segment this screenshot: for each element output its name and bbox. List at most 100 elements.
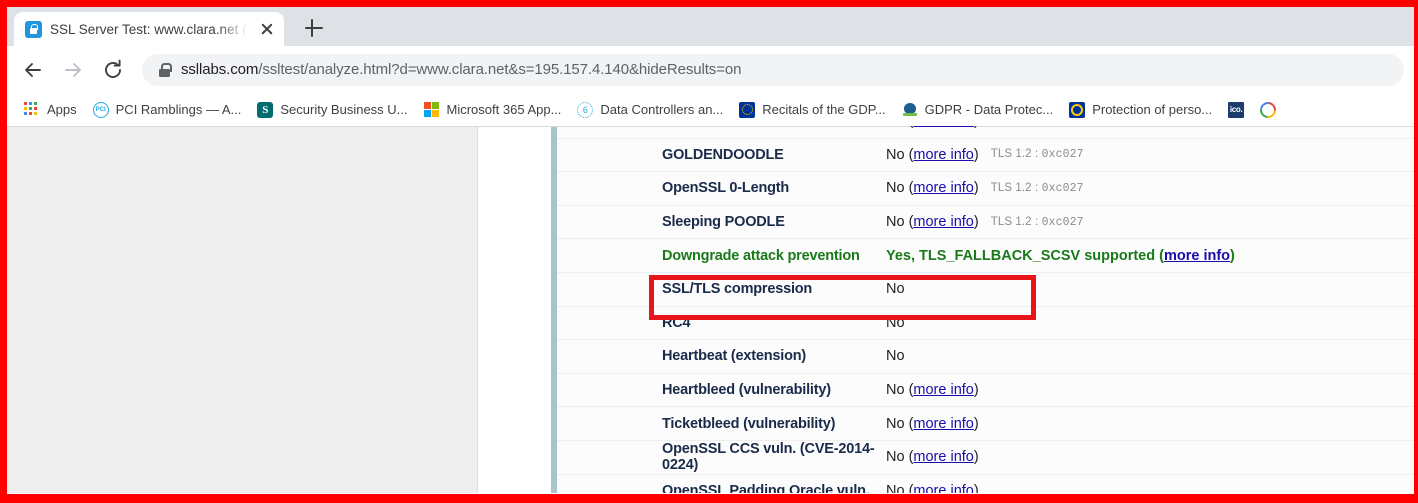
row-value-tail: ) — [973, 482, 979, 493]
forward-arrow-icon — [65, 62, 81, 77]
bookmark-microsoft-365[interactable]: Microsoft 365 App... — [416, 98, 570, 122]
microsoft-icon — [423, 101, 440, 118]
more-info-link[interactable]: more info — [913, 382, 973, 398]
table-row-ssl-tls-compression: SSL/TLS compression No — [557, 273, 1414, 307]
bookmark-gdpr-data-protection[interactable]: GDPR - Data Protec... — [894, 98, 1062, 122]
bookmark-pci-ramblings[interactable]: PCI PCI Ramblings — A... — [85, 98, 250, 122]
row-value-tail: ) — [973, 449, 979, 466]
row-value: No (more info) — [886, 126, 979, 129]
url-path: /ssltest/analyze.html?d=www.clara.net&s=… — [258, 61, 742, 78]
more-info-link[interactable]: more info — [913, 147, 973, 163]
row-value: No (more info) — [886, 382, 979, 398]
more-info-link[interactable]: more info — [913, 483, 973, 493]
more-info-link[interactable]: more info — [913, 126, 973, 129]
cipher-protocol: TLS 1.2 : — [990, 215, 1042, 228]
row-value: No — [886, 348, 905, 365]
reload-button[interactable] — [95, 52, 131, 88]
eu-dotted-icon — [577, 101, 594, 118]
row-label: Heartbleed (vulnerability) — [662, 382, 831, 399]
sharepoint-icon: S — [257, 101, 274, 118]
row-value-text: No ( — [886, 382, 914, 399]
row-value-tail: ) — [973, 180, 979, 197]
annotated-screenshot: SSL Server Test: www.clara.net (Pc sslla… — [0, 0, 1418, 503]
row-value: No (more info) — [886, 147, 979, 163]
row-value: Yes, TLS_FALLBACK_SCSV supported (more i… — [886, 248, 1235, 264]
row-value-text: No ( — [886, 449, 914, 466]
cipher-protocol: TLS 1.2 : — [990, 181, 1042, 194]
forward-button[interactable] — [55, 52, 91, 88]
row-label: Heartbeat (extension) — [662, 348, 807, 365]
bookmark-ico[interactable]: ico. — [1220, 98, 1252, 122]
row-value-tail: ) — [1230, 247, 1235, 264]
table-row: OpenSSL Padding Oracle vuln. No (more in… — [557, 475, 1414, 493]
browser-window: SSL Server Test: www.clara.net (Pc sslla… — [7, 7, 1414, 494]
bookmark-label: Protection of perso... — [1092, 102, 1213, 117]
lock-icon — [159, 63, 172, 77]
row-cipher: TLS 1.2 : 0xc027 — [991, 126, 1084, 128]
row-label: Ticketbleed (vulnerability) — [662, 415, 836, 432]
row-value: No (more info) — [886, 483, 979, 493]
row-value-text: No ( — [886, 415, 914, 432]
table-row: RC4 No — [557, 307, 1414, 341]
bookmark-label: Microsoft 365 App... — [446, 102, 562, 117]
row-cipher: TLS 1.2 : 0xc027 — [991, 216, 1084, 229]
table-row: Ticketbleed (vulnerability) No (more inf… — [557, 407, 1414, 441]
page-left-margin — [7, 127, 478, 493]
apps-grid-icon — [24, 101, 40, 118]
row-cipher: TLS 1.2 : 0xc027 — [991, 182, 1084, 195]
more-info-link[interactable]: more info — [913, 449, 973, 465]
row-label: OpenSSL CCS vuln. (CVE-2014-0224) — [662, 441, 875, 474]
table-row: Heartbeat (extension) No — [557, 340, 1414, 374]
ssl-results-table: Zombie POODLE No (more info) TLS 1.2 : 0… — [557, 126, 1414, 493]
more-info-link[interactable]: more info — [913, 180, 973, 196]
row-value-text: Yes, TLS_FALLBACK_SCSV supported ( — [886, 247, 1164, 264]
bookmarks-bar: Apps PCI PCI Ramblings — A... S Security… — [7, 93, 1414, 126]
cipher-code: 0xc027 — [1042, 126, 1084, 128]
row-label: GOLDENDOODLE — [662, 146, 784, 163]
gdpr-shield-icon — [901, 101, 918, 118]
table-row: OpenSSL CCS vuln. (CVE-2014-0224) No (mo… — [557, 441, 1414, 475]
url-text: ssllabs.com/ssltest/analyze.html?d=www.c… — [181, 61, 741, 78]
lock-favicon-icon — [25, 20, 42, 38]
bookmark-data-controllers[interactable]: Data Controllers an... — [569, 98, 731, 122]
tab-ssl-server-test[interactable]: SSL Server Test: www.clara.net (Pc — [14, 12, 284, 46]
bookmark-label: Data Controllers an... — [600, 102, 724, 117]
close-icon[interactable] — [258, 20, 276, 38]
row-value: No (more info) — [886, 449, 979, 465]
bookmark-security-business[interactable]: S Security Business U... — [249, 98, 415, 122]
browser-toolbar: ssllabs.com/ssltest/analyze.html?d=www.c… — [7, 46, 1414, 93]
row-value-text: No ( — [886, 146, 914, 163]
new-tab-button[interactable] — [299, 13, 329, 43]
bookmark-apps[interactable]: Apps — [16, 98, 85, 122]
table-row: GOLDENDOODLE No (more info) TLS 1.2 : 0x… — [557, 139, 1414, 173]
row-value-text: No ( — [886, 180, 914, 197]
table-row: Downgrade attack prevention Yes, TLS_FAL… — [557, 239, 1414, 273]
row-value-text: No ( — [886, 482, 914, 493]
pci-icon: PCI — [92, 101, 109, 118]
more-info-link[interactable]: more info — [1164, 248, 1230, 264]
bookmark-label: PCI Ramblings — A... — [115, 102, 242, 117]
back-arrow-icon — [25, 62, 41, 77]
address-bar[interactable]: ssllabs.com/ssltest/analyze.html?d=www.c… — [142, 53, 1404, 86]
row-value: No — [886, 314, 905, 331]
row-value-tail: ) — [973, 382, 979, 399]
back-button[interactable] — [15, 52, 51, 88]
row-label: Downgrade attack prevention — [662, 247, 860, 264]
bookmark-google[interactable] — [1252, 98, 1284, 122]
eu-stars-icon — [1069, 101, 1086, 118]
more-info-link[interactable]: more info — [913, 416, 973, 432]
row-label: Sleeping POODLE — [662, 214, 785, 231]
row-label: OpenSSL Padding Oracle vuln. — [662, 482, 870, 493]
row-value: No (more info) — [886, 214, 979, 230]
bookmark-label: Recitals of the GDP... — [762, 102, 886, 117]
table-row: Sleeping POODLE No (more info) TLS 1.2 :… — [557, 206, 1414, 240]
bookmark-protection-personal[interactable]: Protection of perso... — [1061, 98, 1220, 122]
ico-icon: ico. — [1228, 101, 1245, 118]
more-info-link[interactable]: more info — [913, 214, 973, 230]
bookmark-recitals-gdpr[interactable]: Recitals of the GDP... — [731, 98, 893, 122]
row-value-text: No ( — [886, 214, 914, 231]
table-row: Zombie POODLE No (more info) TLS 1.2 : 0… — [557, 126, 1414, 139]
table-row: Heartbleed (vulnerability) No (more info… — [557, 374, 1414, 408]
row-label: OpenSSL 0-Length — [662, 180, 790, 197]
row-value-tail: ) — [973, 146, 979, 163]
